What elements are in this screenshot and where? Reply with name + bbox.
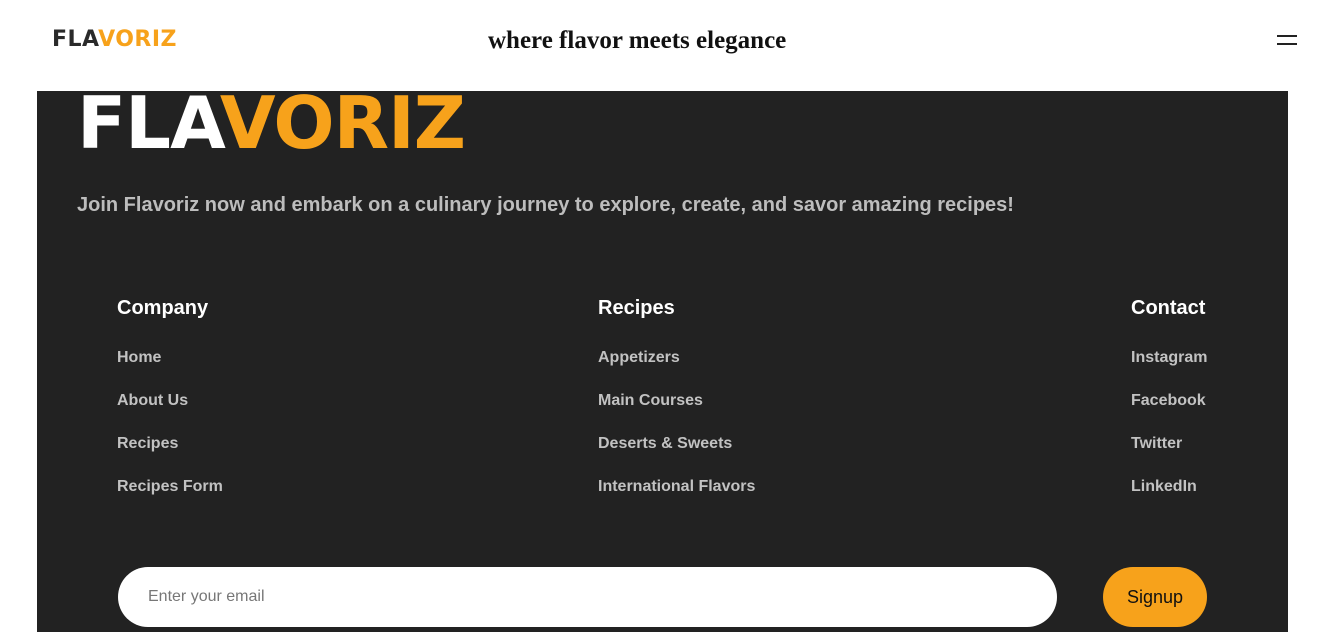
footer-logo-part-1: FLA — [77, 81, 221, 165]
hamburger-menu-icon[interactable] — [1277, 34, 1299, 48]
footer-link-international-flavors[interactable]: International Flavors — [598, 478, 755, 496]
signup-button[interactable]: Signup — [1103, 567, 1207, 627]
newsletter-email-input[interactable] — [118, 567, 1057, 627]
footer-link-linkedin[interactable]: LinkedIn — [1131, 478, 1197, 496]
footer-link-appetizers[interactable]: Appetizers — [598, 349, 680, 367]
footer-logo: FLAVORIZ — [77, 81, 466, 165]
footer-column-contact: Contact Instagram Facebook Twitter Linke… — [1131, 296, 1207, 495]
logo-part-2: VORIZ — [98, 27, 178, 52]
site-header: FLAVORIZ where flavor meets elegance — [0, 0, 1330, 91]
footer-link-about-us[interactable]: About Us — [117, 392, 188, 410]
site-tagline: where flavor meets elegance — [488, 27, 787, 54]
column-heading: Company — [117, 297, 209, 319]
footer-logo-part-2: VORIZ — [219, 81, 466, 165]
brand-logo[interactable]: FLAVORIZ — [52, 27, 177, 52]
column-heading: Contact — [1131, 297, 1206, 319]
footer-intro-text: Join Flavoriz now and embark on a culina… — [77, 194, 1014, 216]
column-heading: Recipes — [598, 297, 675, 319]
footer-link-recipes-form[interactable]: Recipes Form — [117, 478, 223, 496]
footer-link-instagram[interactable]: Instagram — [1131, 349, 1207, 367]
footer-link-main-courses[interactable]: Main Courses — [598, 392, 703, 410]
logo-part-1: FLA — [52, 27, 99, 52]
footer-link-facebook[interactable]: Facebook — [1131, 392, 1206, 410]
footer-link-recipes[interactable]: Recipes — [117, 435, 178, 453]
footer-link-deserts-sweets[interactable]: Deserts & Sweets — [598, 435, 732, 453]
footer-link-home[interactable]: Home — [117, 349, 161, 367]
footer-link-twitter[interactable]: Twitter — [1131, 435, 1182, 453]
site-footer: FLAVORIZ Join Flavoriz now and embark on… — [37, 83, 1288, 632]
footer-column-company: Company Home About Us Recipes Recipes Fo… — [117, 296, 223, 495]
footer-column-recipes: Recipes Appetizers Main Courses Deserts … — [598, 296, 755, 495]
